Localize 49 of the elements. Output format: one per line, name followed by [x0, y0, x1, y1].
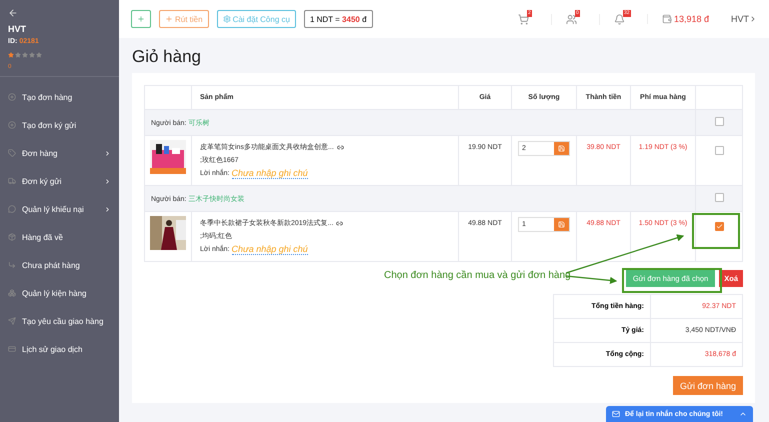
tag-icon: [8, 149, 16, 157]
page-title: Giỏ hàng: [131, 46, 202, 68]
users-icon[interactable]: [566, 14, 577, 24]
link-icon[interactable]: [336, 144, 344, 150]
save-icon: [558, 221, 565, 228]
sidebar-item[interactable]: Quản lý kiện hàng: [0, 279, 119, 307]
link-icon[interactable]: [336, 220, 344, 226]
user-name: HVT: [8, 24, 27, 34]
chevron-icon: [104, 206, 111, 212]
wallet-balance: 13,918 đ: [674, 14, 709, 24]
sidebar-item[interactable]: Lịch sử giao dịch: [0, 335, 119, 363]
sidebar-item[interactable]: Tạo đơn hàng: [0, 83, 119, 111]
sidebar-item[interactable]: Tạo đơn ký gửi: [0, 111, 119, 139]
chevron-icon: [749, 15, 757, 23]
checkbox[interactable]: [714, 117, 724, 126]
chevron-icon: [104, 150, 111, 156]
mail-icon: [612, 410, 620, 418]
plus-icon: [165, 15, 173, 23]
corner-arrow-icon: [8, 261, 16, 269]
save-icon: [558, 145, 565, 152]
add-button[interactable]: [131, 10, 151, 28]
chat-icon: [8, 205, 16, 213]
sidebar-item[interactable]: Quản lý khiếu nại: [0, 195, 119, 223]
checkbox[interactable]: [714, 222, 724, 231]
package-icon: [8, 233, 16, 241]
highlight-frame: [692, 213, 740, 249]
checkbox[interactable]: [714, 193, 724, 202]
plus-icon: [137, 15, 145, 23]
plus-circle-icon: [8, 121, 16, 129]
plus-circle-icon: [8, 93, 16, 101]
cart-icon[interactable]: [518, 14, 529, 24]
sidebar-item[interactable]: Hàng đã về: [0, 223, 119, 251]
truck-icon: [8, 177, 16, 185]
checkbox[interactable]: [714, 146, 724, 155]
user-menu[interactable]: HVT: [731, 14, 757, 24]
exchange-rate: 1 NDT = 3450 đ: [304, 10, 373, 28]
boxes-icon: [8, 289, 16, 297]
settings-icon: [222, 15, 231, 23]
annotation-text: Chọn đơn hàng cần mua và gửi đơn hàng: [384, 270, 571, 281]
sidebar-item[interactable]: Đơn ký gửi: [0, 167, 119, 195]
chevron-icon: [104, 178, 111, 184]
wallet-icon: [662, 14, 672, 24]
bell-icon[interactable]: [614, 14, 625, 24]
sidebar-item[interactable]: Chưa phát hàng: [0, 251, 119, 279]
chevron-up-icon: [739, 410, 747, 418]
sidebar-item[interactable]: Đơn hàng: [0, 139, 119, 167]
card-icon: [8, 345, 16, 353]
send-icon: [8, 317, 16, 325]
sidebar-item[interactable]: Tạo yêu cầu giao hàng: [0, 307, 119, 335]
